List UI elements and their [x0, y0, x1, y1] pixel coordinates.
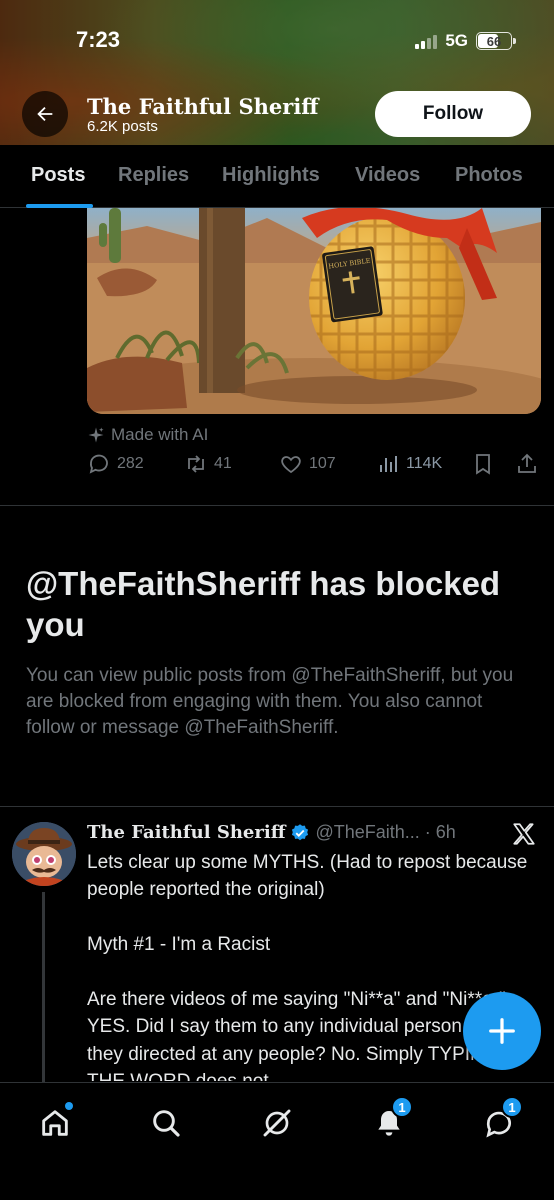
back-button[interactable]	[22, 91, 68, 137]
post-image[interactable]: HOLY BIBLE	[87, 208, 541, 414]
tweet-time: 6h	[435, 822, 456, 842]
ai-label: Made with AI	[87, 425, 208, 445]
tweet-author-name[interactable]: The Faithful Sheriff	[87, 822, 285, 843]
battery-level: 66	[486, 33, 502, 49]
tab-photos[interactable]: Photos	[455, 164, 523, 187]
arrow-left-icon	[37, 106, 53, 122]
home-icon	[42, 1110, 68, 1136]
plus-icon	[489, 1018, 515, 1044]
verified-badge-icon	[292, 823, 309, 840]
grok-icon	[263, 1109, 291, 1137]
nav-messages[interactable]: 1	[479, 1096, 523, 1143]
sheriff-avatar-illustration	[12, 822, 76, 886]
avatar[interactable]	[12, 822, 76, 886]
home-activity-dot	[65, 1102, 73, 1110]
repost-button[interactable]: 41	[184, 452, 232, 476]
active-tab-indicator	[26, 204, 93, 208]
nav-notifications[interactable]: 1	[369, 1096, 413, 1143]
desert-egg-illustration: HOLY BIBLE	[87, 208, 541, 414]
heart-icon	[281, 456, 301, 474]
blocked-description: You can view public posts from @TheFaith…	[26, 665, 514, 738]
nav-home[interactable]	[35, 1102, 75, 1143]
blocked-title: @TheFaithSheriff has blocked you	[26, 565, 501, 643]
divider	[0, 505, 554, 506]
share-button[interactable]	[515, 452, 539, 476]
repost-count: 41	[214, 455, 232, 472]
divider	[0, 806, 554, 807]
messages-badge: 1	[501, 1096, 523, 1118]
search-icon	[153, 1110, 180, 1137]
bookmark-button[interactable]	[471, 452, 495, 476]
network-label: 5G	[445, 31, 468, 50]
x-logo-icon[interactable]	[511, 821, 537, 847]
tweet-header: The Faithful Sheriff @TheFaith... · 6h	[87, 822, 456, 843]
sparkle-icon	[88, 427, 104, 443]
tab-highlights[interactable]: Highlights	[222, 164, 320, 187]
views-button[interactable]: 114K	[376, 452, 442, 476]
thread-line	[42, 892, 45, 1082]
reply-button[interactable]: 282	[87, 452, 144, 476]
profile-name: The Faithful Sheriff	[87, 94, 319, 119]
view-count: 114K	[406, 455, 443, 472]
views-icon	[380, 456, 397, 472]
reply-icon	[89, 454, 108, 474]
nav-search[interactable]	[146, 1103, 186, 1143]
tab-videos[interactable]: Videos	[355, 164, 420, 187]
like-count: 107	[309, 455, 336, 472]
profile-tabs: Posts Replies Highlights Videos Photos	[0, 145, 554, 208]
tweet-separator: ·	[424, 822, 431, 842]
status-indicators: 5G 66	[415, 31, 516, 51]
tab-posts[interactable]: Posts	[31, 164, 85, 187]
tweet-handle[interactable]: @TheFaith...	[315, 822, 419, 843]
nav-grok[interactable]	[257, 1103, 297, 1143]
like-button[interactable]: 107	[279, 452, 336, 476]
status-time: 7:23	[76, 27, 121, 52]
tab-replies[interactable]: Replies	[118, 164, 189, 187]
signal-icon	[415, 34, 438, 49]
bookmark-icon	[476, 454, 490, 475]
bottom-navigation: 1 1	[0, 1082, 554, 1200]
compose-button[interactable]	[463, 992, 541, 1070]
post-actions: 282 41 107 114K	[87, 452, 541, 480]
repost-icon	[188, 455, 204, 473]
share-icon	[518, 453, 536, 473]
follow-button[interactable]: Follow	[375, 91, 531, 137]
post-count: 6.2K posts	[87, 118, 158, 135]
battery-icon: 66	[476, 32, 516, 50]
notifications-badge: 1	[391, 1096, 413, 1118]
reply-count: 282	[117, 455, 144, 472]
ai-label-text: Made with AI	[111, 425, 209, 444]
